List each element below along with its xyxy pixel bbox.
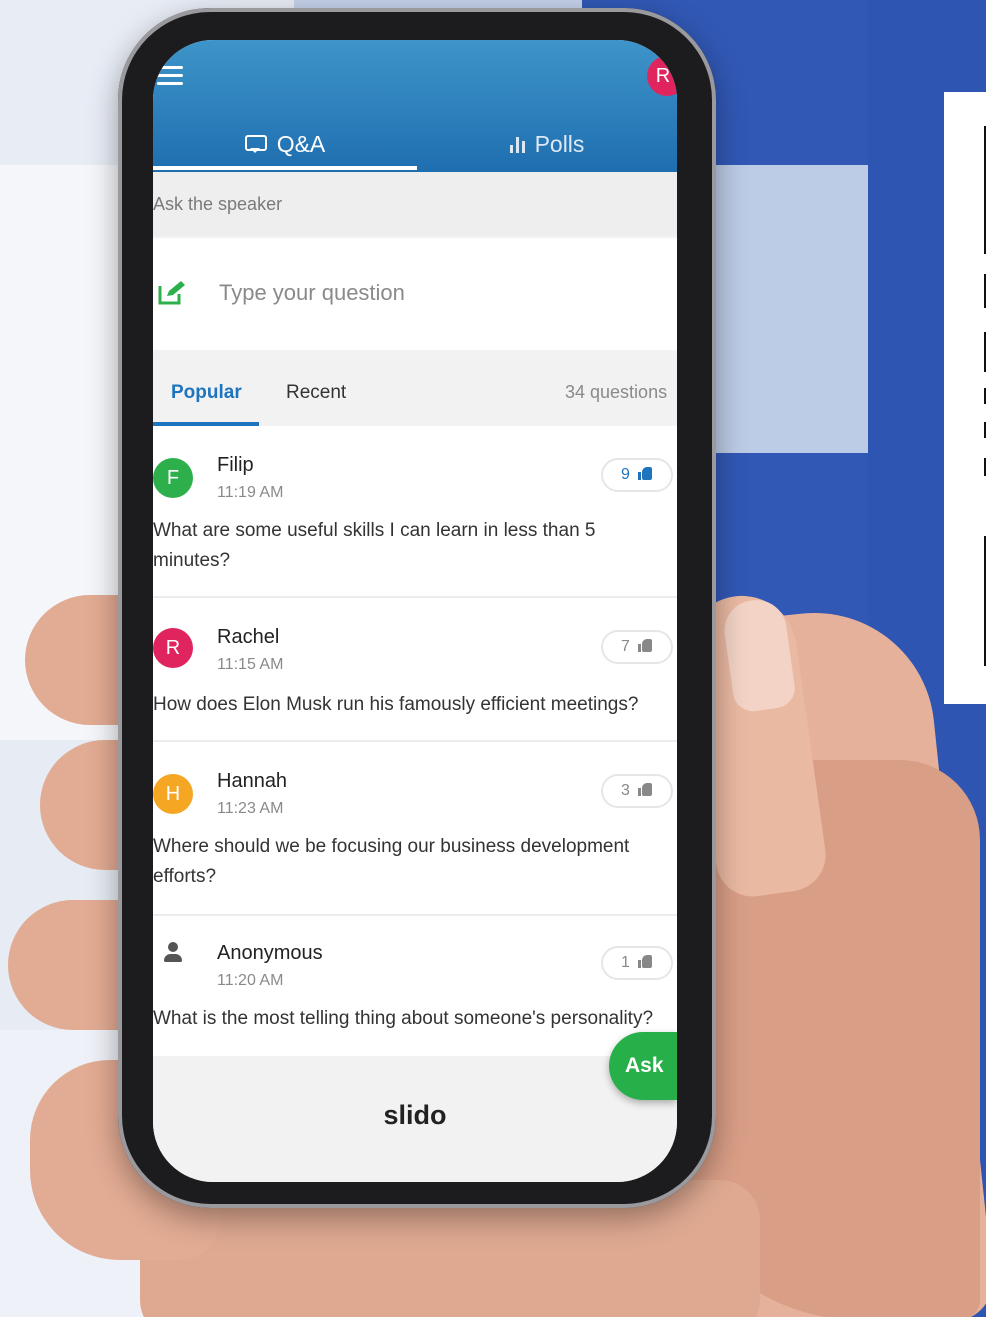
bar-chart-icon [509, 135, 525, 153]
active-tab-indicator [153, 166, 417, 170]
menu-icon[interactable] [157, 66, 183, 86]
anonymous-user-icon [163, 942, 183, 964]
background-panel [700, 165, 868, 453]
question-item: R Rachel 11:15 AM 7 How does Elon Musk r… [153, 598, 677, 742]
author-name: Anonymous [217, 942, 323, 964]
thumbs-up-icon [637, 639, 652, 652]
like-count: 9 [621, 466, 630, 483]
question-input[interactable]: Type your question [153, 238, 677, 350]
phone: R Q&A Polls Ask the speaker Type your qu… [118, 8, 716, 1208]
like-count: 3 [621, 782, 630, 799]
footer: slido [153, 1056, 677, 1182]
avatar: H [153, 774, 193, 814]
question-text: Where should we be focusing our business… [153, 836, 630, 887]
like-button[interactable]: 9 [601, 458, 673, 492]
timestamp: 11:23 AM [217, 800, 284, 817]
phone-screen: R Q&A Polls Ask the speaker Type your qu… [153, 40, 677, 1182]
chat-icon [244, 135, 267, 153]
like-count: 7 [621, 638, 630, 655]
like-button[interactable]: 1 [601, 946, 673, 980]
avatar: R [153, 628, 193, 668]
question-item: F Filip 11:19 AM 9 What are some useful … [153, 426, 677, 598]
author-name: Rachel [217, 626, 280, 648]
background-card [944, 92, 986, 704]
timestamp: 11:15 AM [217, 656, 284, 673]
question-item: H Hannah 11:23 AM 3 Where should we be f… [153, 742, 677, 916]
like-button[interactable]: 3 [601, 774, 673, 808]
author-name: Hannah [217, 770, 288, 792]
author-name: Filip [217, 454, 254, 476]
question-item: Anonymous 11:20 AM 1 What is the most te… [153, 916, 677, 1058]
app-header: R Q&A Polls [153, 40, 677, 172]
edit-icon [158, 281, 185, 305]
question-placeholder: Type your question [219, 280, 405, 305]
user-avatar[interactable]: R [647, 56, 677, 96]
filter-bar: Popular Recent 34 questions [153, 354, 677, 426]
timestamp: 11:19 AM [217, 484, 284, 501]
tab-label: Polls [534, 130, 585, 157]
thumbs-up-icon [637, 467, 652, 480]
brand-logo: slido [383, 1100, 447, 1130]
question-count: 34 questions [565, 382, 668, 402]
timestamp: 11:20 AM [217, 972, 284, 989]
tab-qa[interactable]: Q&A [153, 118, 417, 170]
ask-speaker-label: Ask the speaker [153, 172, 677, 236]
thumbs-up-icon [637, 955, 652, 968]
thumbs-up-icon [637, 783, 652, 796]
tab-recent[interactable]: Recent [286, 382, 346, 404]
avatar: F [153, 458, 193, 498]
like-count: 1 [621, 954, 630, 971]
tab-polls[interactable]: Polls [417, 118, 677, 170]
question-text: What is the most telling thing about som… [153, 1008, 654, 1029]
tab-popular[interactable]: Popular [171, 382, 242, 404]
question-text: How does Elon Musk run his famously effi… [153, 694, 639, 715]
tab-label: Q&A [276, 130, 326, 157]
ask-button[interactable]: Ask [609, 1032, 677, 1100]
question-text: What are some useful skills I can learn … [153, 520, 596, 571]
like-button[interactable]: 7 [601, 630, 673, 664]
question-list: F Filip 11:19 AM 9 What are some useful … [153, 426, 677, 1058]
